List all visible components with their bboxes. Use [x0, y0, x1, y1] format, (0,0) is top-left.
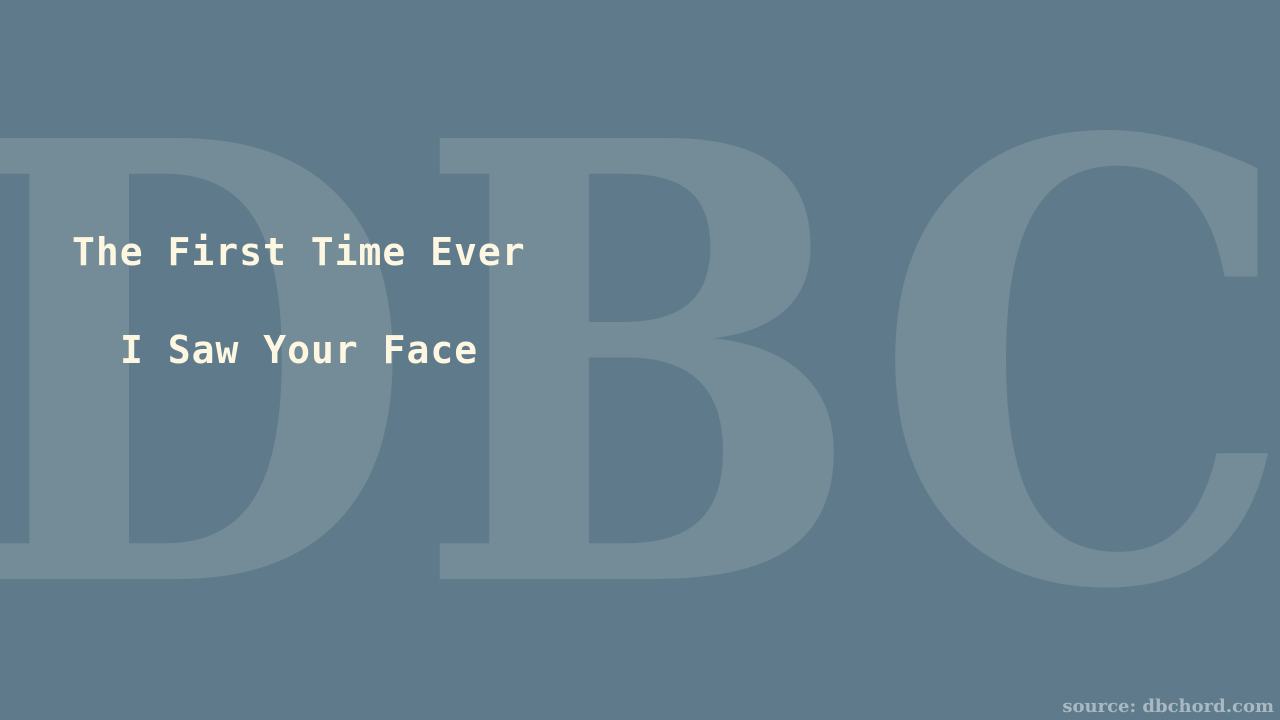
source-credit: source: dbchord.com	[1062, 696, 1274, 717]
song-title-line-1: The First Time Ever	[72, 230, 526, 274]
song-title-line-2: I Saw Your Face	[120, 328, 479, 372]
